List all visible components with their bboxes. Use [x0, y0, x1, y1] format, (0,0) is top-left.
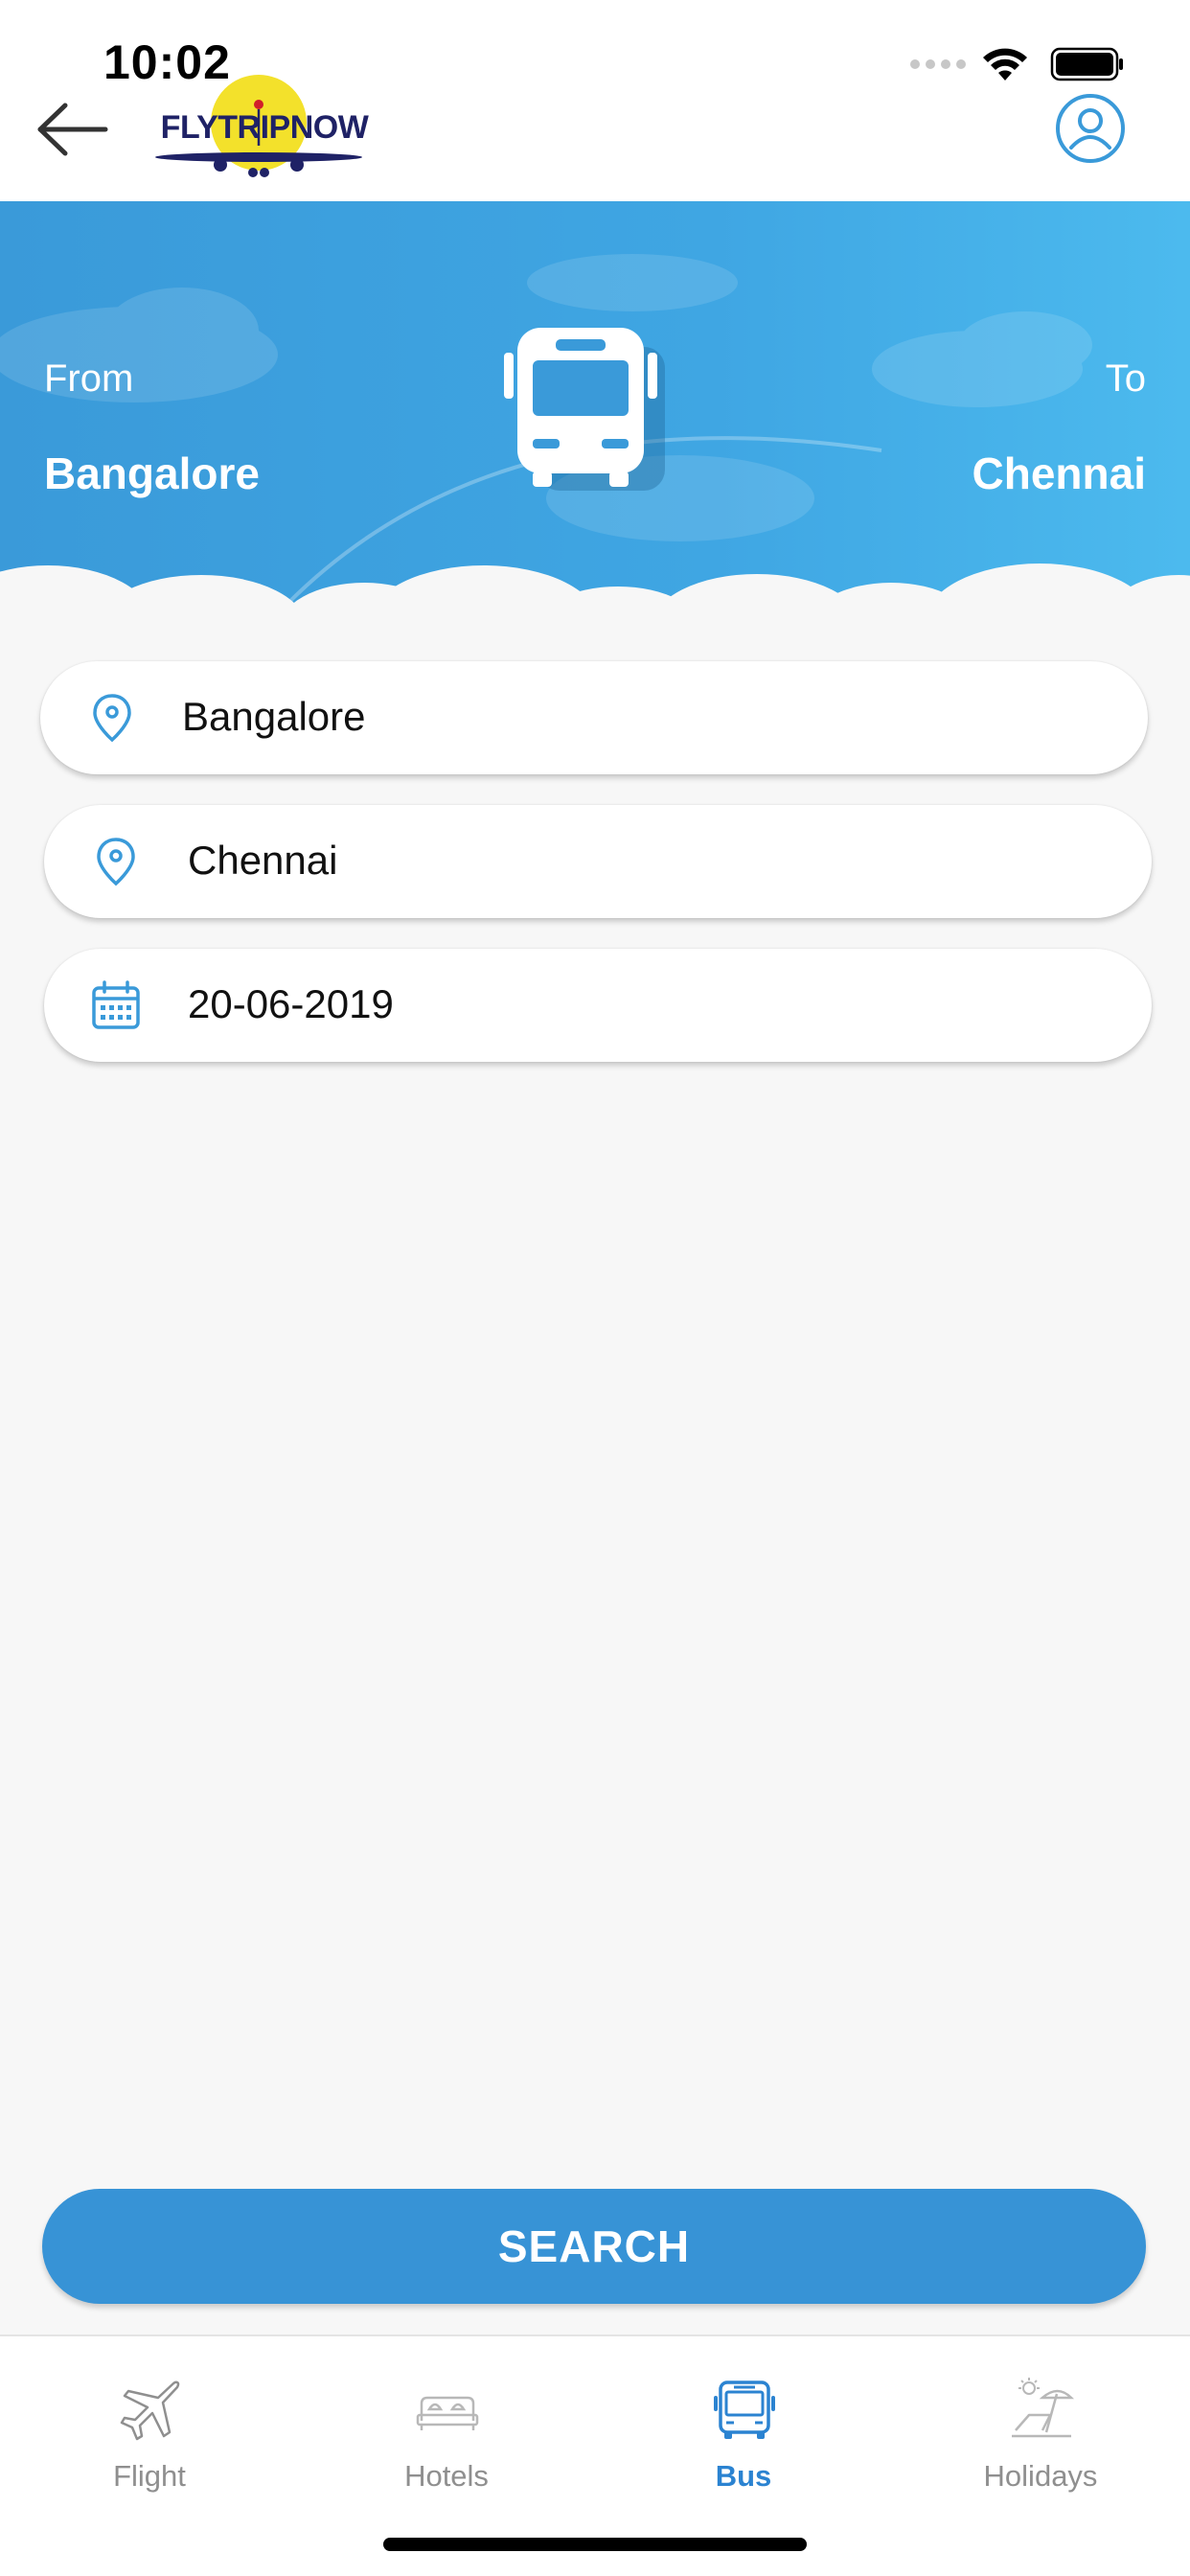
tab-bus[interactable]: Bus [648, 2356, 839, 2499]
home-indicator [383, 2538, 807, 2551]
bus-icon [714, 2380, 775, 2439]
tab-hotels-label: Hotels [404, 2459, 489, 2493]
logo-text: FLYTRIPNOW [160, 109, 369, 146]
to-field-value: Chennai [188, 838, 338, 883]
top-bar: 10:02 FLYTRIPNOW [0, 0, 1190, 201]
from-field[interactable]: Bangalore [40, 661, 1148, 774]
bed-icon [416, 2396, 479, 2430]
location-pin-icon [97, 838, 135, 886]
date-field-value: 20-06-2019 [188, 981, 394, 1026]
to-field[interactable]: Chennai [44, 805, 1152, 918]
to-city: Chennai [972, 448, 1146, 498]
wifi-icon [983, 48, 1027, 80]
profile-button[interactable] [1054, 92, 1127, 165]
to-label: To [1105, 357, 1146, 400]
hero-background [0, 254, 1190, 623]
from-city: Bangalore [44, 448, 260, 498]
app-logo: FLYTRIPNOW [149, 73, 370, 184]
location-pin-icon [93, 694, 131, 743]
from-field-value: Bangalore [182, 694, 366, 739]
signal-dots-icon [910, 59, 966, 69]
back-button[interactable] [34, 96, 115, 163]
bus-icon [504, 328, 665, 491]
tab-holidays[interactable]: Holidays [945, 2356, 1136, 2499]
user-circle-icon [1056, 94, 1125, 163]
date-field[interactable]: 20-06-2019 [44, 949, 1152, 1062]
tab-flight-label: Flight [113, 2459, 186, 2493]
tab-hotels[interactable]: Hotels [351, 2356, 542, 2499]
tab-bus-label: Bus [715, 2459, 772, 2493]
hero-banner: From Bangalore To Chennai [0, 201, 1190, 623]
tab-holidays-label: Holidays [983, 2459, 1098, 2493]
status-icons [910, 42, 1125, 86]
calendar-icon [92, 980, 140, 1029]
from-label: From [44, 357, 134, 400]
battery-icon [1050, 47, 1123, 81]
arrow-left-icon [37, 103, 108, 156]
plane-icon [120, 2380, 180, 2441]
search-button[interactable]: SEARCH [42, 2189, 1146, 2304]
tab-flight[interactable]: Flight [54, 2356, 245, 2499]
beach-chair-icon [1012, 2378, 1075, 2438]
